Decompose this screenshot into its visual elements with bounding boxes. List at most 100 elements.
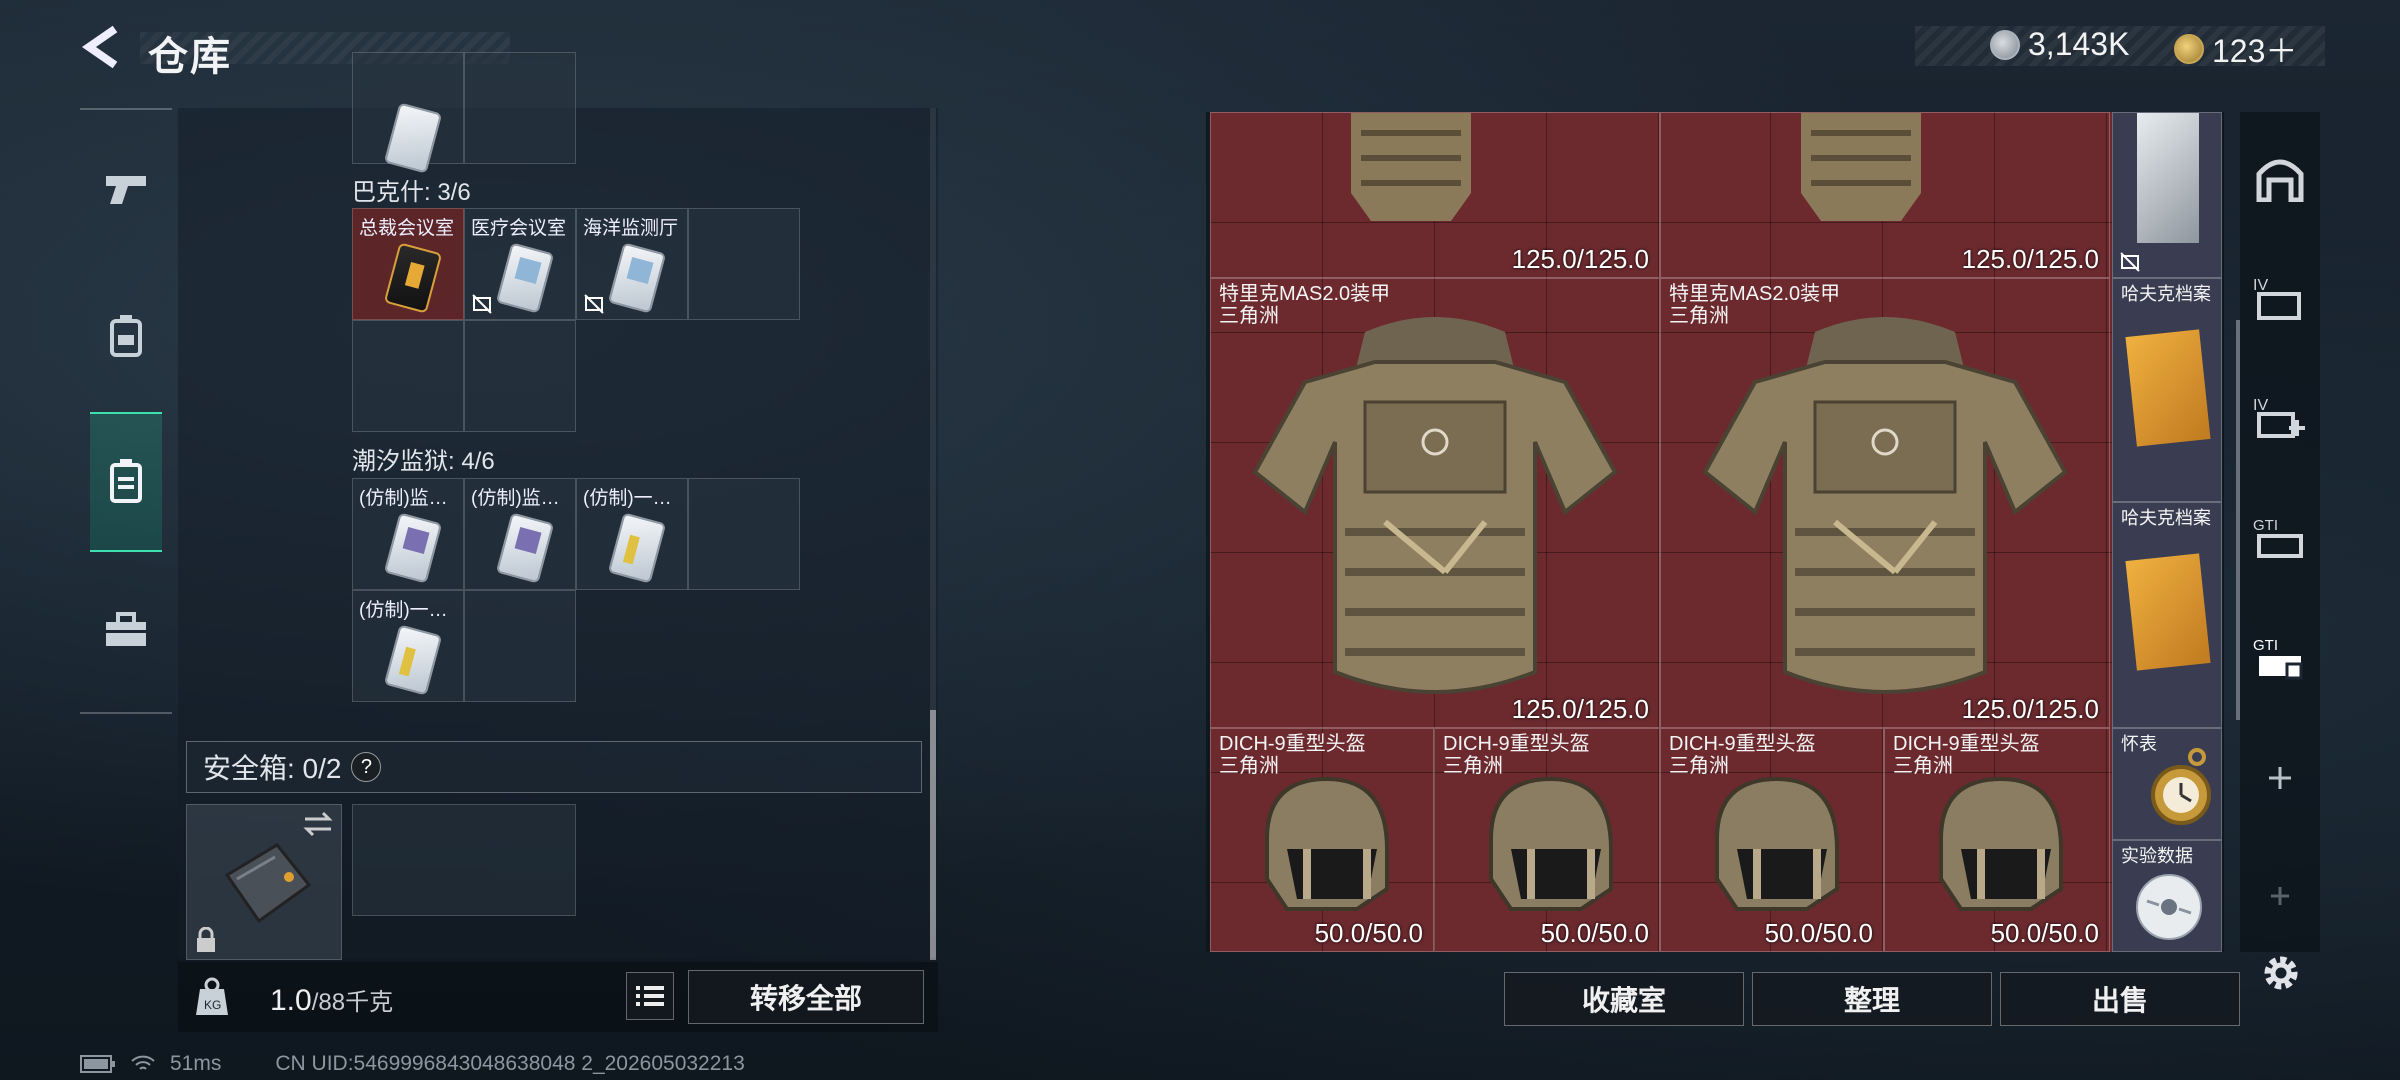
nav-keys[interactable] [90, 412, 162, 552]
no-trade-icon [472, 294, 492, 314]
key-name: 海洋监测厅 [583, 218, 679, 239]
key-name: (仿制)监… [471, 488, 560, 509]
durability: 50.0/50.0 [1540, 918, 1649, 948]
key-slot-empty[interactable] [464, 590, 576, 702]
metal-item[interactable] [2112, 112, 2222, 278]
sell-button[interactable]: 出售 [2000, 972, 2240, 1026]
list-view-button[interactable] [626, 972, 674, 1020]
key-slot-empty[interactable] [464, 320, 576, 432]
storage-room-tab[interactable] [2250, 148, 2310, 208]
stash-page-4-add-tab[interactable]: IV [2250, 388, 2310, 448]
key-name: (仿制)一… [359, 600, 448, 621]
collection-room-button[interactable]: 收藏室 [1504, 972, 1744, 1026]
add-container-button[interactable] [2250, 748, 2310, 808]
prison-section-title: 潮汐监狱: 4/6 [352, 448, 495, 475]
weight-icon: KG [190, 975, 234, 1019]
stash-page-4-tab[interactable]: IV [2250, 268, 2310, 328]
key-slot[interactable]: (仿制)监… [464, 478, 576, 590]
safebox-count: 安全箱: 0/2 [203, 753, 342, 784]
coin-amount: 3,143K [2028, 26, 2130, 62]
gti-case-filled-icon: GTI [2253, 637, 2303, 680]
toolbox-icon [106, 612, 146, 646]
helmet-item[interactable]: DICH-9重型头盔 三角洲 50.0/50.0 [1434, 728, 1660, 952]
uid-text: CN UID:5469996843048638048 2_20260503221… [275, 1052, 745, 1075]
durability: 50.0/50.0 [1314, 918, 1423, 948]
armor-item[interactable]: 125.0/125.0 [1210, 112, 1660, 278]
pistol-icon [106, 176, 146, 204]
keycard-image [607, 242, 667, 314]
key-name: 总裁会议室 [359, 218, 455, 239]
pocket-watch-image [2151, 748, 2211, 825]
svg-text:IV: IV [2253, 277, 2268, 294]
add-container-disabled-button [2250, 866, 2310, 926]
lock-icon [197, 927, 215, 952]
helmet-image [1489, 776, 1613, 911]
gear-icon [2264, 956, 2298, 990]
key-slot-empty[interactable] [688, 208, 800, 320]
svg-text:GTI: GTI [2253, 517, 2278, 534]
key-slot[interactable]: 总裁会议室 [352, 208, 464, 320]
safebox-slot[interactable] [186, 804, 342, 960]
helmet-image [1265, 776, 1389, 911]
folder-4-icon: IV [2253, 277, 2301, 320]
coin-balance[interactable]: 3,143K [1990, 26, 2129, 63]
helmet-item[interactable]: DICH-9重型头盔 三角洲 50.0/50.0 [1210, 728, 1434, 952]
pocket-watch-item[interactable]: 怀表 [2112, 728, 2222, 840]
key-slot[interactable]: (仿制)一… [576, 478, 688, 590]
bakshi-section-title: 巴克什: 3/6 [352, 179, 471, 206]
key-slot[interactable] [464, 52, 576, 164]
armor-item[interactable]: 特里克MAS2.0装甲 三角洲 125.0/125.0 [1660, 278, 2110, 728]
svg-text:GTI: GTI [2253, 637, 2278, 654]
stash-scroll-thumb[interactable] [930, 710, 936, 960]
battery-icon [80, 1055, 115, 1073]
organize-button[interactable]: 整理 [1752, 972, 1992, 1026]
key-slot[interactable]: (仿制)监… [352, 478, 464, 590]
key-slot[interactable]: (仿制)一… [352, 590, 464, 702]
swap-icon[interactable] [303, 811, 333, 837]
helmet-image [1939, 776, 2063, 911]
key-slot-empty[interactable] [352, 320, 464, 432]
key-slot-empty[interactable] [688, 478, 800, 590]
key-slot[interactable]: 医疗会议室 [464, 208, 576, 320]
key-slot[interactable] [352, 52, 464, 174]
body-armor-image [1252, 316, 1618, 694]
armor-item[interactable]: 特里克MAS2.0装甲 三角洲 125.0/125.0 [1210, 278, 1660, 728]
helmet-image [1715, 776, 1839, 911]
armor-image [1351, 113, 1471, 221]
key-slot[interactable]: 海洋监测厅 [576, 208, 688, 320]
coin-icon [1990, 29, 2020, 60]
item-name: 哈夫克档案 [2121, 284, 2211, 304]
armor-item[interactable]: 125.0/125.0 [1660, 112, 2110, 278]
weight-value: 1.0 [270, 984, 312, 1017]
intel-file-item[interactable]: 哈夫克档案 [2112, 502, 2222, 728]
container-scrollbar[interactable] [2236, 320, 2240, 720]
plus-icon [2269, 767, 2291, 789]
experiment-data-item[interactable]: 实验数据 [2112, 840, 2222, 952]
helmet-item[interactable]: DICH-9重型头盔 三角洲 50.0/50.0 [1660, 728, 1884, 952]
keycard-image [383, 242, 443, 314]
transfer-all-button[interactable]: 转移全部 [688, 970, 924, 1024]
nav-weapons[interactable] [90, 140, 162, 240]
intel-file-item[interactable]: 哈夫克档案 [2112, 278, 2222, 502]
backpack-icon [110, 315, 142, 357]
safebox-header: 安全箱: 0/2 ? [186, 741, 922, 793]
body-armor-image [1702, 316, 2068, 694]
keycard-image [383, 102, 443, 174]
key-name: (仿制)一… [583, 488, 672, 509]
settings-button[interactable] [2258, 950, 2304, 996]
help-icon[interactable]: ? [351, 752, 382, 782]
nav-misc[interactable] [90, 580, 162, 680]
item-name: 实验数据 [2121, 846, 2193, 866]
back-button[interactable] [76, 22, 126, 72]
gti-case-icon: GTI [2253, 517, 2303, 558]
gold-balance[interactable]: 123＋ [2174, 26, 2297, 72]
warehouse-icon [2256, 159, 2304, 202]
keycard-image [607, 512, 667, 584]
gti-case-active-tab[interactable]: GTI [2250, 628, 2310, 688]
keycard-image [383, 624, 443, 696]
helmet-item[interactable]: DICH-9重型头盔 三角洲 50.0/50.0 [1884, 728, 2110, 952]
nav-equipment[interactable] [90, 285, 162, 385]
safebox-empty-slot[interactable] [352, 804, 576, 916]
gti-case-tab[interactable]: GTI [2250, 508, 2310, 568]
durability: 50.0/50.0 [1990, 918, 2099, 948]
